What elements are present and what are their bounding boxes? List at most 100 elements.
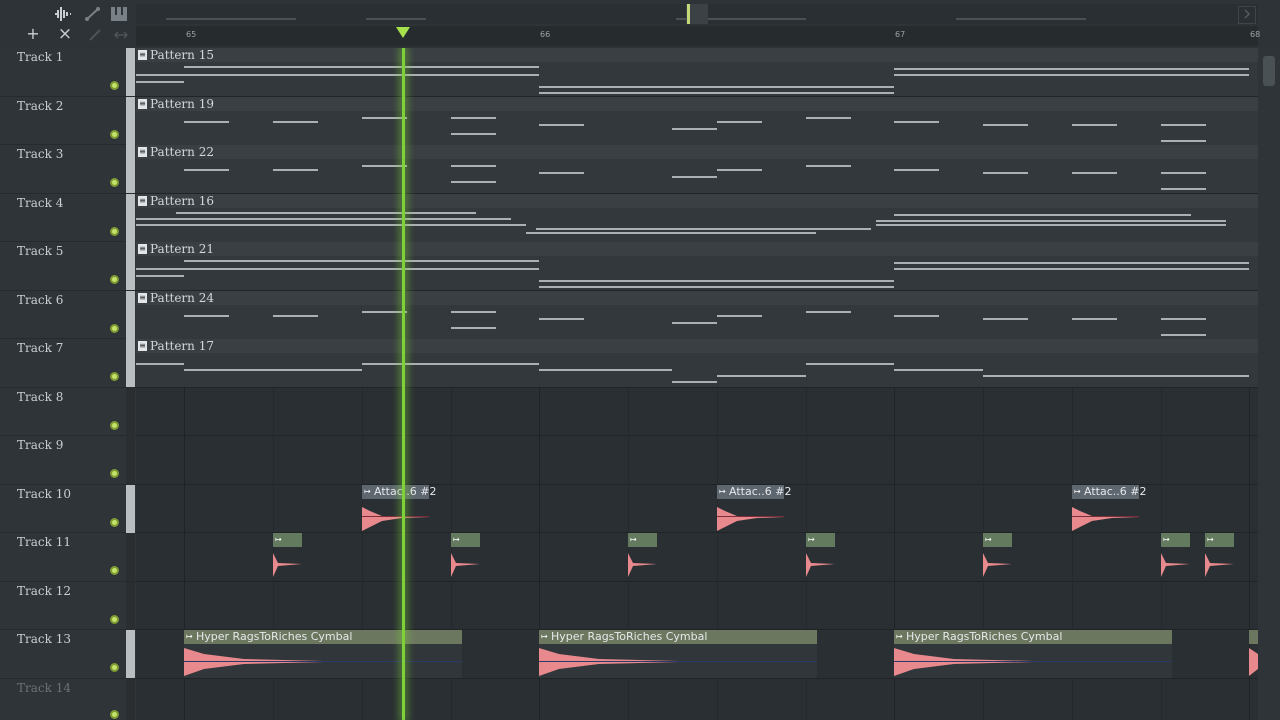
track-name[interactable]: Track 1 <box>17 50 63 64</box>
track-mute-led[interactable] <box>110 517 119 527</box>
track-name[interactable]: Track 12 <box>17 584 71 598</box>
track-name[interactable]: Track 3 <box>17 147 63 161</box>
pattern-clip[interactable]: ≡ Pattern 22 <box>136 145 1258 193</box>
track-header[interactable]: Track 6 <box>0 290 136 339</box>
track-name[interactable]: Track 13 <box>17 632 71 646</box>
track-mute-led[interactable] <box>110 81 119 90</box>
track-header[interactable]: Track 13 <box>0 630 136 679</box>
track-mute-led[interactable] <box>110 129 119 139</box>
playhead[interactable] <box>402 48 405 720</box>
track-grip[interactable] <box>126 533 135 581</box>
track-mute-led[interactable] <box>110 420 119 430</box>
audio-clip-icon: ↦ <box>985 535 992 544</box>
track-name[interactable]: Track 6 <box>17 293 63 307</box>
track-header[interactable]: Track 10 <box>0 484 136 533</box>
playlist-grid[interactable]: ≡ Pattern 15 ≡ Pattern 19 ≡ Pattern 22 ≡… <box>136 48 1258 720</box>
piano-icon[interactable] <box>110 6 128 24</box>
track-grip[interactable] <box>126 145 135 193</box>
playhead-marker-icon[interactable] <box>396 27 410 38</box>
vertical-scroll-thumb[interactable] <box>1263 56 1275 86</box>
track-header[interactable]: Track 9 <box>0 436 136 485</box>
audio-clip[interactable]: ↦ Attac..6 #2 <box>1072 484 1146 533</box>
track-grip[interactable] <box>126 484 135 533</box>
track-mute-led[interactable] <box>110 663 119 672</box>
track-mute-led[interactable] <box>110 566 119 575</box>
track-name[interactable]: Track 7 <box>17 341 63 355</box>
track-name[interactable]: Track 5 <box>17 244 63 258</box>
playlist-overview-scrollbar[interactable] <box>136 4 1258 24</box>
track-header[interactable]: Track 14 <box>0 678 136 720</box>
audio-clip[interactable]: ↦ <box>451 533 480 581</box>
track-name[interactable]: Track 8 <box>17 390 63 404</box>
track-grip[interactable] <box>126 48 135 96</box>
pattern-clip[interactable]: ≡ Pattern 17 <box>136 339 1258 387</box>
track-grip[interactable] <box>126 193 135 242</box>
track-header[interactable]: Track 12 <box>0 581 136 630</box>
track-mute-led[interactable] <box>110 323 119 333</box>
track-lane[interactable] <box>136 388 1258 436</box>
track-mute-led[interactable] <box>110 709 119 719</box>
track-name[interactable]: Track 14 <box>17 681 71 695</box>
track-mute-led[interactable] <box>110 372 119 381</box>
bar-number: 67 <box>895 30 906 39</box>
track-grip[interactable] <box>126 96 135 145</box>
track-name[interactable]: Track 2 <box>17 99 63 113</box>
track-grip[interactable] <box>126 290 135 339</box>
audio-clip[interactable]: ↦ <box>983 533 1012 581</box>
audio-clip[interactable]: ↦ Attac..6 #2 <box>362 484 436 533</box>
bar-number: 68 <box>1250 30 1261 39</box>
pattern-clip[interactable]: ≡ Pattern 19 <box>136 96 1258 145</box>
track-name[interactable]: Track 11 <box>17 535 71 549</box>
track-grip[interactable] <box>126 387 135 436</box>
track-mute-led[interactable] <box>110 469 119 478</box>
audio-clip[interactable]: ↦ <box>1205 533 1234 581</box>
track-lane[interactable] <box>136 679 1258 720</box>
track-name[interactable]: Track 10 <box>17 487 71 501</box>
track-header[interactable]: Track 2 <box>0 96 136 145</box>
track-header[interactable]: Track 3 <box>0 145 136 194</box>
track-grip[interactable] <box>126 630 135 678</box>
slide-icon[interactable] <box>112 28 130 46</box>
track-lane[interactable] <box>136 582 1258 630</box>
waveform-icon[interactable] <box>54 6 72 24</box>
track-grip[interactable] <box>126 581 135 630</box>
track-header[interactable]: Track 8 <box>0 387 136 436</box>
close-icon[interactable]: × <box>56 26 74 44</box>
curve-icon[interactable] <box>84 6 102 24</box>
track-name[interactable]: Track 4 <box>17 196 63 210</box>
audio-clip[interactable]: ↦ <box>806 533 835 581</box>
track-lane[interactable] <box>136 533 1258 582</box>
pattern-clip[interactable]: ≡ Pattern 15 <box>136 48 1258 96</box>
track-header[interactable]: Track 1 <box>0 48 136 97</box>
pattern-clip[interactable]: ≡ Pattern 21 <box>136 242 1258 290</box>
audio-clip[interactable] <box>1249 630 1258 678</box>
pattern-clip[interactable]: ≡ Pattern 24 <box>136 290 1258 339</box>
track-header[interactable]: Track 7 <box>0 339 136 388</box>
vertical-scrollbar[interactable] <box>1258 48 1280 720</box>
track-mute-led[interactable] <box>110 614 119 624</box>
track-lane[interactable] <box>136 436 1258 485</box>
audio-clip[interactable]: ↦ Hyper RagsToRiches Cymbal <box>894 630 1172 678</box>
scroll-right-icon[interactable] <box>1238 6 1256 24</box>
track-name[interactable]: Track 9 <box>17 438 63 452</box>
track-header[interactable]: Track 4 <box>0 193 136 242</box>
plus-icon[interactable]: + <box>24 26 42 44</box>
audio-clip[interactable]: ↦ Hyper RagsToRiches Cymbal <box>184 630 462 678</box>
track-grip[interactable] <box>126 339 135 387</box>
audio-clip[interactable]: ↦ Attac..6 #2 <box>717 484 791 533</box>
audio-clip[interactable]: ↦ <box>273 533 302 581</box>
audio-clip[interactable]: ↦ <box>1161 533 1190 581</box>
audio-clip[interactable]: ↦ Hyper RagsToRiches Cymbal <box>539 630 817 678</box>
track-grip[interactable] <box>126 242 135 290</box>
track-header[interactable]: Track 5 <box>0 242 136 291</box>
track-mute-led[interactable] <box>110 178 119 187</box>
track-grip[interactable] <box>126 678 135 720</box>
audio-clip[interactable]: ↦ <box>628 533 657 581</box>
track-grip[interactable] <box>126 436 135 484</box>
brush-icon[interactable] <box>86 28 104 46</box>
track-mute-led[interactable] <box>110 226 119 236</box>
pattern-clip[interactable]: ≡ Pattern 16 <box>136 193 1258 242</box>
track-mute-led[interactable] <box>110 275 119 284</box>
track-header[interactable]: Track 11 <box>0 533 136 582</box>
timeline-ruler[interactable]: 65 66 67 68 <box>136 26 1261 46</box>
